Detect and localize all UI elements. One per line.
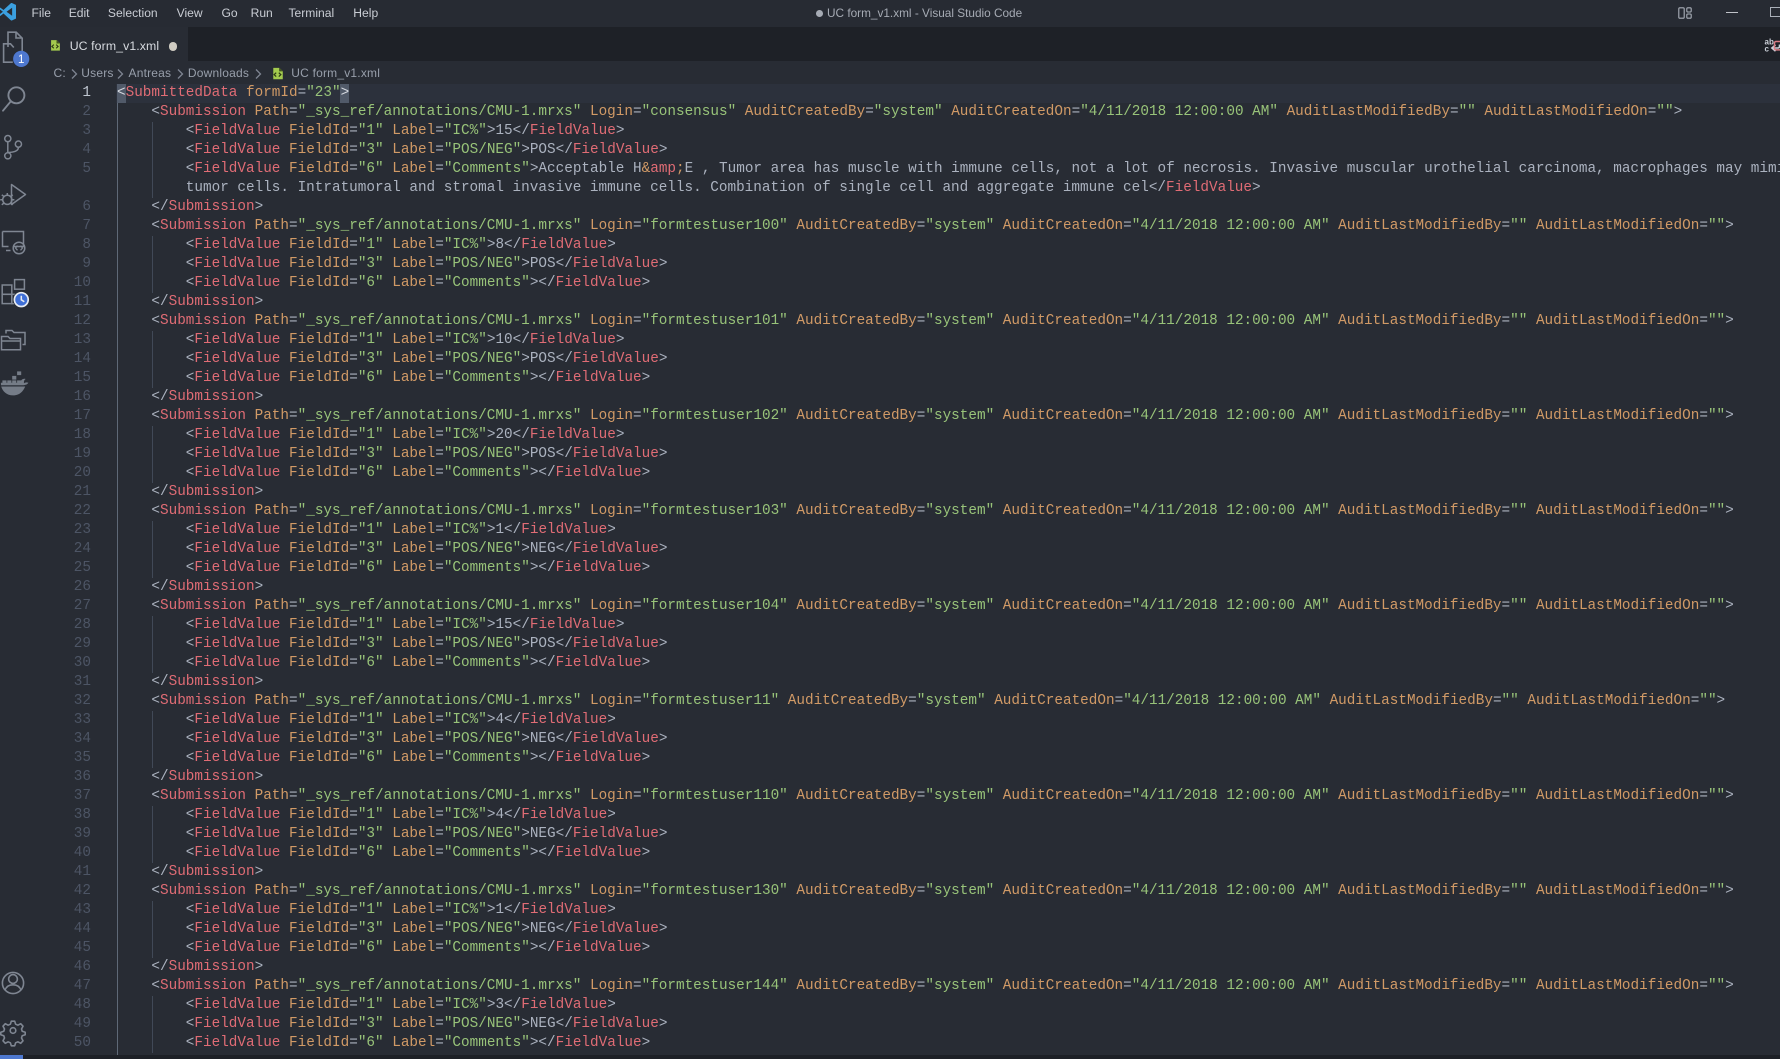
svg-text:c: c (1765, 45, 1770, 54)
svg-text:1: 1 (18, 54, 24, 66)
